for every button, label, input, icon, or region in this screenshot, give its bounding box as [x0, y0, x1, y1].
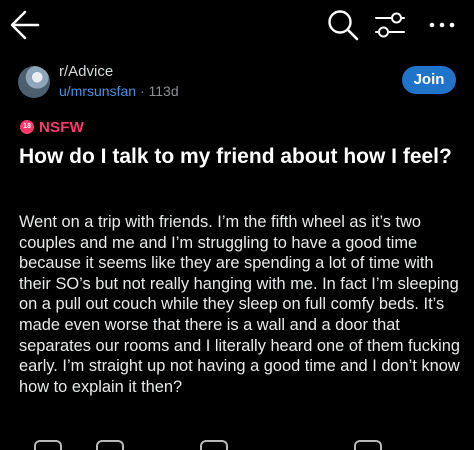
nsfw-18-icon: 18 [20, 120, 34, 134]
arrow-left-icon [10, 10, 40, 40]
comment-icon[interactable] [96, 440, 124, 450]
post-title: How do I talk to my friend about how I f… [19, 145, 452, 168]
post-header: r/Advice u/mrsunsfan · 113d Join [18, 62, 458, 104]
upvote-icon[interactable] [34, 440, 62, 450]
nsfw-label: NSFW [39, 118, 84, 136]
top-navigation-bar [0, 0, 474, 50]
post-age: 113d [148, 83, 179, 99]
post-meta: u/mrsunsfan · 113d [59, 83, 179, 99]
author-username[interactable]: u/mrsunsfan [59, 83, 136, 99]
back-button[interactable] [8, 8, 44, 42]
post-body: Went on a trip with friends. I’m the fif… [19, 213, 460, 396]
search-button[interactable] [326, 8, 360, 42]
more-horizontal-icon [429, 22, 455, 28]
post-action-bar [0, 440, 474, 450]
subreddit-name[interactable]: r/Advice [59, 63, 113, 80]
subreddit-avatar[interactable] [18, 66, 50, 98]
filter-button[interactable] [372, 8, 408, 42]
share-icon[interactable] [354, 440, 382, 450]
nsfw-tag: 18 NSFW [20, 118, 84, 136]
sliders-icon [375, 12, 405, 38]
join-button[interactable]: Join [402, 66, 456, 94]
search-icon [328, 10, 359, 41]
award-icon[interactable] [200, 440, 228, 450]
more-options-button[interactable] [422, 8, 462, 42]
meta-separator: · [139, 83, 145, 99]
